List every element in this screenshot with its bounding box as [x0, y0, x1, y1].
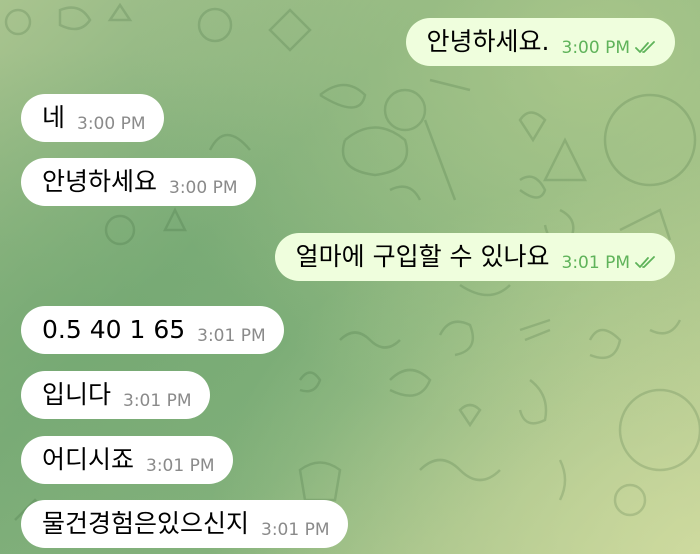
message-meta: 3:00 PM — [562, 38, 658, 58]
message-time: 3:01 PM — [561, 253, 631, 273]
message-text: 네 — [42, 103, 66, 132]
message-bubble-incoming[interactable]: 안녕하세요 3:00 PM — [21, 158, 256, 206]
message-bubble-incoming[interactable]: 입니다 3:01 PM — [21, 371, 210, 419]
double-check-icon — [635, 41, 655, 53]
message-bubble-outgoing[interactable]: 얼마에 구입할 수 있나요 3:01 PM — [274, 233, 675, 281]
message-meta: 3:01 PM — [562, 253, 658, 273]
message-meta: 3:01 PM — [197, 326, 266, 346]
message-bubble-incoming[interactable]: 물건경험은있으신지 3:01 PM — [21, 500, 348, 548]
message-time: 3:01 PM — [261, 520, 330, 540]
message-time: 3:01 PM — [197, 326, 266, 346]
message-time: 3:00 PM — [561, 38, 631, 58]
message-meta: 3:00 PM — [77, 114, 146, 134]
message-meta: 3:01 PM — [261, 520, 330, 540]
message-time: 3:01 PM — [146, 456, 215, 476]
double-check-icon — [635, 256, 655, 268]
message-bubble-incoming[interactable]: 어디시죠 3:01 PM — [21, 436, 233, 484]
message-time: 3:01 PM — [123, 391, 192, 411]
message-text: 얼마에 구입할 수 있나요 — [295, 242, 550, 271]
message-meta: 3:01 PM — [146, 456, 215, 476]
message-text: 0.5 40 1 65 — [42, 315, 186, 344]
message-meta: 3:01 PM — [123, 391, 192, 411]
message-time: 3:00 PM — [77, 114, 146, 134]
message-bubble-outgoing[interactable]: 안녕하세요. 3:00 PM — [405, 18, 675, 66]
message-bubble-incoming[interactable]: 0.5 40 1 65 3:01 PM — [21, 306, 284, 354]
message-text: 물건경험은있으신지 — [42, 509, 250, 538]
message-text: 어디시죠 — [42, 445, 135, 474]
message-bubble-incoming[interactable]: 네 3:00 PM — [21, 94, 164, 142]
message-time: 3:00 PM — [169, 178, 238, 198]
message-text: 안녕하세요. — [426, 27, 550, 56]
message-text: 입니다 — [42, 380, 112, 409]
message-meta: 3:00 PM — [169, 178, 238, 198]
message-text: 안녕하세요 — [42, 167, 158, 196]
